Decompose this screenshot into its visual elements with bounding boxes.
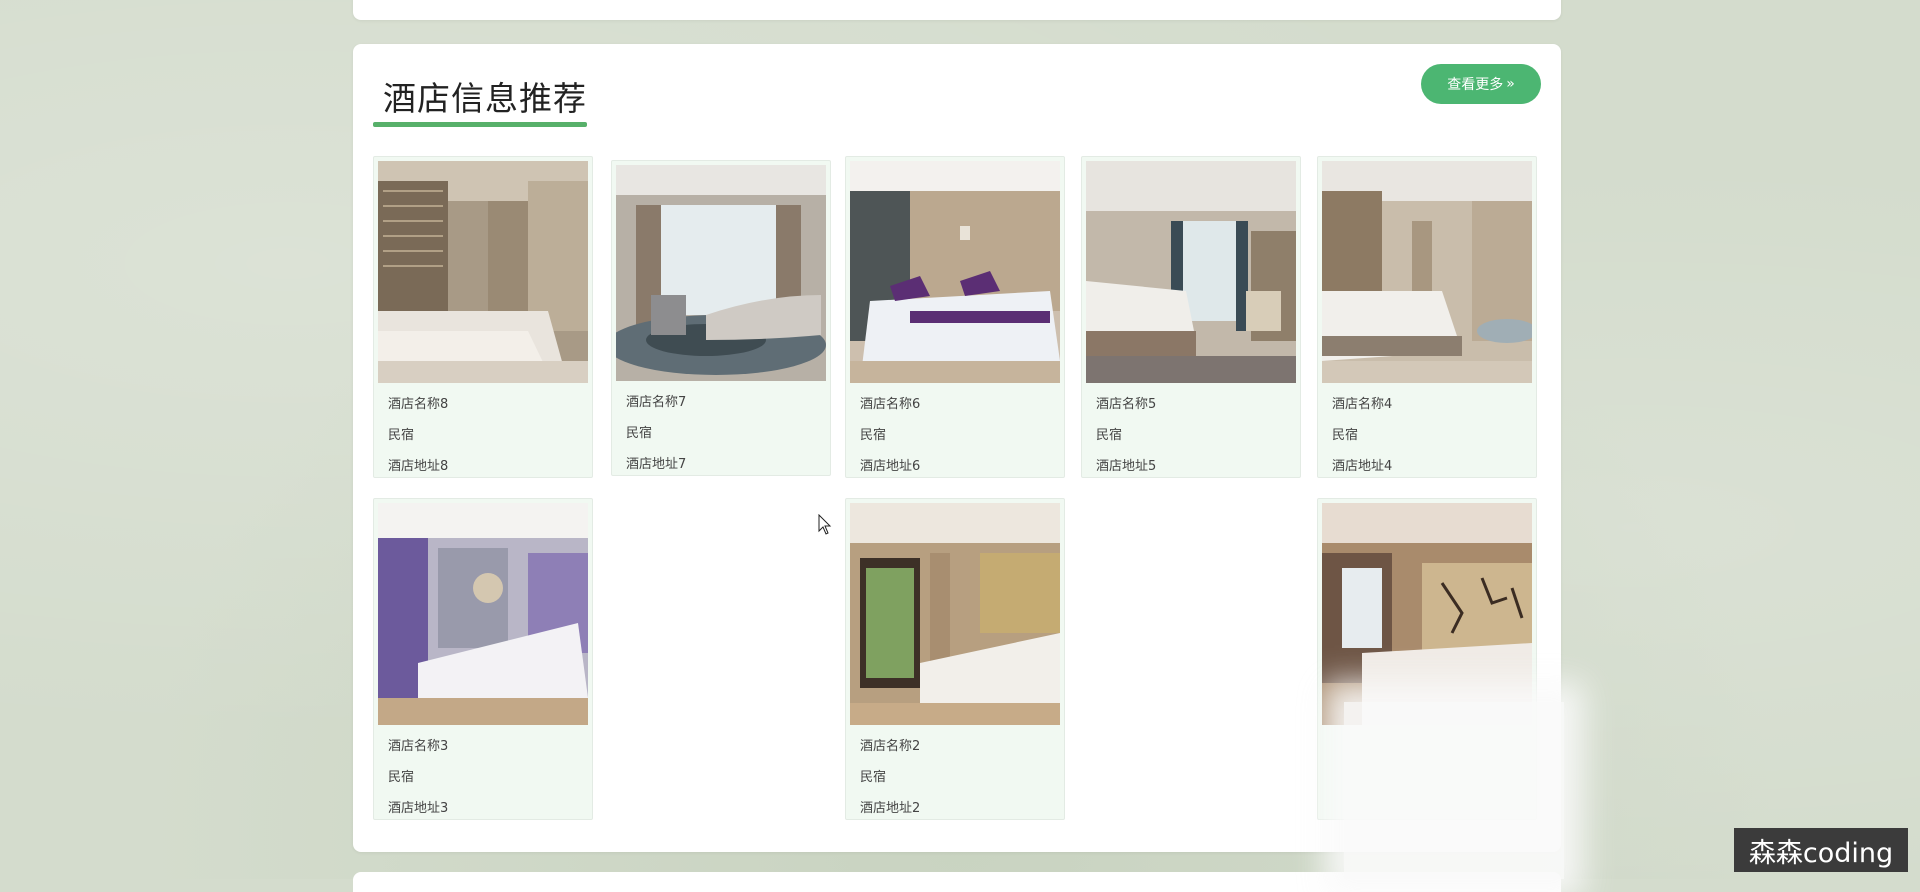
hotel-name: 酒店名称4 [1332, 397, 1393, 412]
hotel-image[interactable] [378, 161, 588, 383]
hotel-image[interactable] [1322, 161, 1532, 383]
hotel-card-5[interactable]: 酒店名称5 民宿 酒店地址5 [1081, 156, 1301, 478]
hotel-name: 酒店名称6 [860, 397, 921, 412]
hotel-address: 酒店地址6 [860, 459, 921, 474]
hotel-name: 酒店名称3 [388, 739, 449, 754]
hotel-type: 民宿 [626, 426, 653, 441]
view-more-label: 查看更多 [1447, 77, 1504, 93]
hotel-address: 酒店地址3 [388, 801, 449, 816]
hotel-type: 民宿 [860, 770, 887, 785]
hotel-type: 民宿 [388, 770, 415, 785]
double-chevron-right-icon: » [1506, 76, 1515, 92]
hotel-type: 民宿 [1096, 428, 1123, 443]
hotel-address: 酒店地址8 [388, 459, 449, 474]
hotel-address: 酒店地址4 [1332, 459, 1393, 474]
hotel-type: 民宿 [860, 428, 887, 443]
hotel-card-7[interactable]: 酒店名称7 民宿 酒店地址7 [611, 160, 831, 476]
section-title: 酒店信息推荐 [383, 79, 587, 118]
hotel-image[interactable] [850, 503, 1060, 725]
hotel-name: 酒店名称5 [1096, 397, 1157, 412]
hotel-image[interactable] [850, 161, 1060, 383]
hotel-image[interactable] [616, 165, 826, 381]
hotel-address: 酒店地址2 [860, 801, 921, 816]
previous-section-panel [353, 0, 1561, 20]
hotel-image[interactable] [378, 503, 588, 725]
hotel-card-8[interactable]: 酒店名称8 民宿 酒店地址8 [373, 156, 593, 478]
hotel-card-3[interactable]: 酒店名称3 民宿 酒店地址3 [373, 498, 593, 820]
view-more-button[interactable]: 查看更多 » [1421, 64, 1541, 104]
hotel-image[interactable] [1322, 503, 1532, 725]
hotel-name: 酒店名称2 [860, 739, 921, 754]
hotel-card-6[interactable]: 酒店名称6 民宿 酒店地址6 [845, 156, 1065, 478]
hotel-card-4[interactable]: 酒店名称4 民宿 酒店地址4 [1317, 156, 1537, 478]
watermark: 森森coding [1734, 828, 1908, 872]
hotel-name: 酒店名称7 [626, 395, 687, 410]
hotel-image[interactable] [1086, 161, 1296, 383]
hotel-card-2[interactable]: 酒店名称2 民宿 酒店地址2 [845, 498, 1065, 820]
title-underline [373, 122, 587, 127]
hotel-type: 民宿 [388, 428, 415, 443]
hotel-address: 酒店地址7 [626, 457, 687, 472]
mouse-cursor-icon [818, 514, 832, 535]
hotel-name: 酒店名称8 [388, 397, 449, 412]
hotel-type: 民宿 [1332, 428, 1359, 443]
hotel-address: 酒店地址5 [1096, 459, 1157, 474]
blur-overlay [1344, 702, 1564, 879]
